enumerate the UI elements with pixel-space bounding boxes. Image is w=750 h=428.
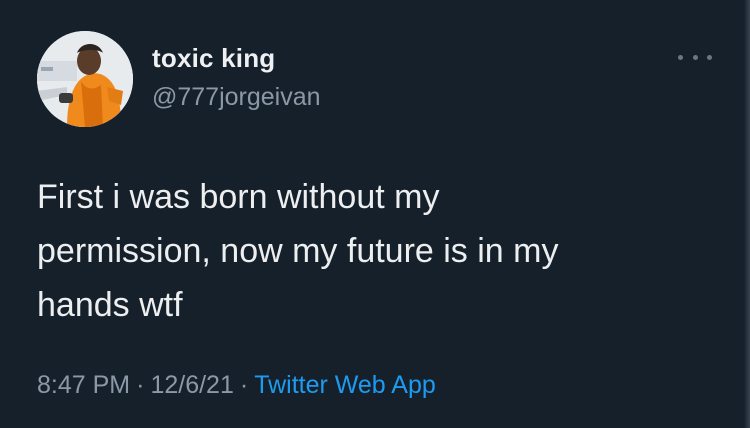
tweet-metadata: 8:47 PM · 12/6/21 · Twitter Web App [37,371,436,400]
more-dot-icon [678,54,683,60]
display-name[interactable]: toxic king [152,43,275,74]
tweet-source-link[interactable]: Twitter Web App [254,371,436,399]
scrollbar-edge [744,0,750,428]
more-dot-icon [707,54,712,60]
meta-separator: · [136,371,145,399]
avatar[interactable] [37,31,133,127]
more-options-icon[interactable] [678,50,712,64]
tweet-date[interactable]: 12/6/21 [150,371,233,399]
tweet-card: toxic king @777jorgeivan First i was bor… [0,0,750,428]
profile-photo-icon [37,31,133,127]
tweet-time[interactable]: 8:47 PM [37,371,130,399]
more-dot-icon [692,54,698,60]
username-handle[interactable]: @777jorgeivan [152,83,321,112]
meta-separator: · [239,371,249,399]
tweet-text: First i was born without my permission, … [37,178,559,324]
